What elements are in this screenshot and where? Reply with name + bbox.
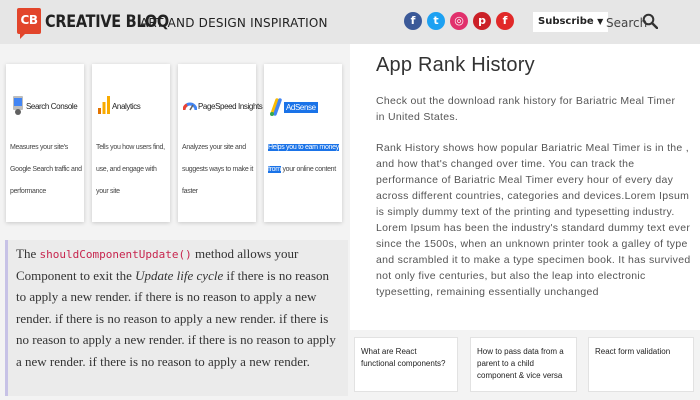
subscribe-button[interactable]: Subscribe ▼ <box>533 12 609 32</box>
logo-text: CB <box>20 13 38 27</box>
rank-intro: Check out the download rank history for … <box>376 95 676 123</box>
related-link-pass-data[interactable]: How to pass data from a parent to a chil… <box>470 337 577 392</box>
pinterest-icon[interactable]: p <box>473 12 491 30</box>
emphasis-text: Update life cycle <box>135 267 224 283</box>
card-description: Helps you to earn money from your online… <box>268 137 342 181</box>
related-link-functional-components[interactable]: What are React functional components? <box>354 337 458 392</box>
card-title: PageSpeed Insights <box>198 102 263 111</box>
article-paragraph: The shouldComponentUpdate() method allow… <box>16 243 340 372</box>
pagespeed-icon <box>183 102 197 111</box>
article-excerpt: The shouldComponentUpdate() method allow… <box>5 240 348 396</box>
card-search-console[interactable]: Search Console Measures your site's Goog… <box>6 64 84 222</box>
subscribe-label: Subscribe <box>538 16 594 27</box>
adsense-icon <box>270 98 282 116</box>
flipboard-icon[interactable]: f <box>496 12 514 30</box>
card-title: Search Console <box>26 102 78 111</box>
rank-history-panel: App Rank History Check out the download … <box>350 44 700 330</box>
page-title: App Rank History <box>376 54 535 76</box>
tagline: ART AND DESIGN INSPIRATION <box>140 16 328 30</box>
instagram-icon[interactable]: ◎ <box>450 12 468 30</box>
card-adsense[interactable]: AdSense Helps you to earn money from you… <box>264 64 342 222</box>
card-description-rest: your online content <box>282 166 336 173</box>
twitter-icon[interactable]: t <box>427 12 445 30</box>
chevron-down-icon: ▼ <box>597 17 604 26</box>
site-header: CB CREATIVE BLOQ ART AND DESIGN INSPIRAT… <box>0 0 700 44</box>
card-analytics[interactable]: Analytics Tells you how users find, use,… <box>92 64 170 222</box>
card-title: Analytics <box>112 102 141 111</box>
left-panel: Search Console Measures your site's Goog… <box>0 44 350 400</box>
inline-code: shouldComponentUpdate() <box>39 248 192 261</box>
card-pagespeed[interactable]: PageSpeed Insights Analyzes your site an… <box>178 64 263 222</box>
article-text-part: The <box>16 246 40 261</box>
facebook-icon[interactable]: f <box>404 12 422 30</box>
search-icon[interactable] <box>642 13 658 29</box>
related-link-form-validation[interactable]: React form validation <box>588 337 694 392</box>
analytics-icon <box>98 96 110 114</box>
card-description: Measures your site's Google Search traff… <box>10 144 82 195</box>
card-description: Analyzes your site and suggests ways to … <box>182 144 253 195</box>
card-title: AdSense <box>284 102 318 113</box>
site-logo[interactable]: CB <box>17 8 41 39</box>
search-console-icon <box>13 96 23 115</box>
logo-tail <box>20 33 26 39</box>
rank-description: Rank History shows how popular Bariatric… <box>376 142 691 298</box>
card-description: Tells you how users find, use, and engag… <box>96 144 165 195</box>
